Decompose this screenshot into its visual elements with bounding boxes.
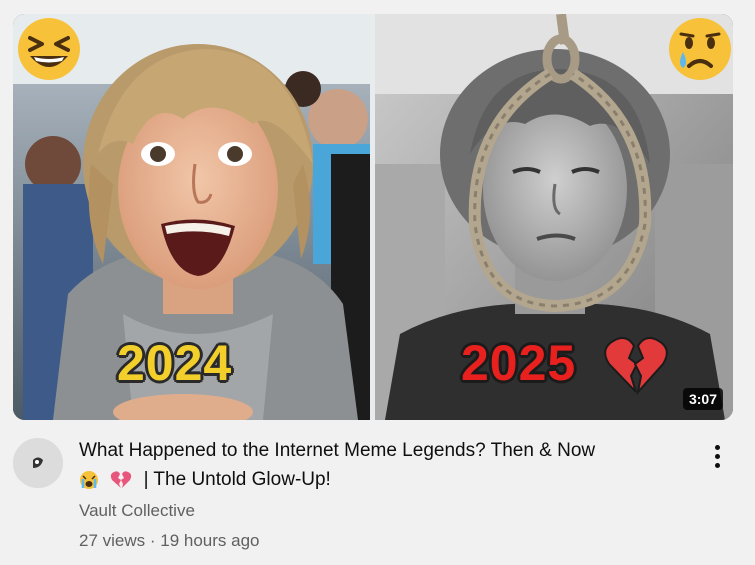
thumbnail-year-right: 2025 <box>461 335 577 391</box>
crying-emoji-icon <box>669 18 731 80</box>
video-stats: 27 views · 19 hours ago <box>79 531 260 550</box>
broken-heart-icon <box>604 337 668 396</box>
video-meta: What Happened to the Internet Meme Legen… <box>13 436 743 556</box>
video-title-line-2: | The Untold Glow-Up! <box>79 465 679 494</box>
video-title[interactable]: What Happened to the Internet Meme Legen… <box>79 436 679 494</box>
video-title-line-2-text: | The Untold Glow-Up! <box>143 469 331 490</box>
channel-logo-icon <box>13 438 63 488</box>
kebab-dot <box>714 462 720 468</box>
video-duration-badge: 3:07 <box>682 388 723 410</box>
video-title-line-1: What Happened to the Internet Meme Legen… <box>79 440 596 461</box>
kebab-dot <box>714 444 720 450</box>
video-card[interactable]: 2024 2025 3:07 What Happened to the Inte… <box>0 0 755 565</box>
thumbnail-left-panel: 2024 <box>13 14 370 420</box>
broken-heart-emoji-icon <box>111 471 132 488</box>
thumbnail-year-left: 2024 <box>117 335 233 391</box>
thumbnail-right-panel: 2025 3:07 <box>375 14 733 420</box>
video-thumbnail[interactable]: 2024 2025 3:07 <box>13 14 733 420</box>
more-vert-icon[interactable] <box>707 440 727 472</box>
laughing-emoji-icon <box>18 18 80 80</box>
kebab-dot <box>714 453 720 459</box>
channel-avatar[interactable] <box>13 438 63 488</box>
crying-face-emoji-icon <box>80 470 98 489</box>
channel-name[interactable]: Vault Collective <box>79 501 195 521</box>
